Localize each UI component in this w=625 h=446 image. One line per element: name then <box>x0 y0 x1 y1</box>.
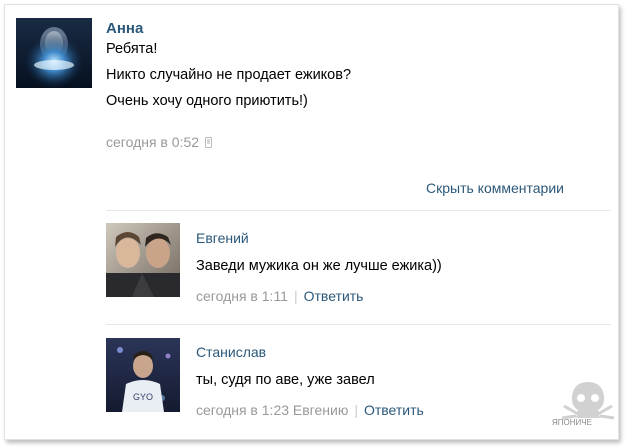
comments-divider-middle <box>106 324 611 325</box>
reply-button-evgeny[interactable]: Ответить <box>304 288 364 304</box>
reply-button-stanislav[interactable]: Ответить <box>364 402 424 418</box>
post-author-avatar[interactable] <box>16 18 92 88</box>
comment-avatar-evgeny[interactable] <box>106 223 180 297</box>
separator: | <box>354 402 358 418</box>
comment-text-evgeny: Заведи мужика он же лучше ежика)) <box>196 258 442 274</box>
post-author-name[interactable]: Анна <box>106 20 143 37</box>
comment-timestamp-stanislav[interactable]: сегодня в 1:23 <box>196 402 289 418</box>
post-timestamp[interactable]: сегодня в 0:52 <box>106 134 199 150</box>
post-line-1: Ребята! <box>106 41 158 57</box>
comment-avatar-stanislav[interactable]: GYO <box>106 338 180 412</box>
phone-icon <box>205 137 213 148</box>
comment-timestamp-evgeny[interactable]: сегодня в 1:11 <box>196 288 288 304</box>
comment-meta-stanislav: сегодня в 1:23 Евгению | Ответить <box>196 402 424 418</box>
reply-to-link-stanislav[interactable]: Евгению <box>293 402 348 418</box>
watermark-text: ЯПОНИЧЕ <box>552 418 592 427</box>
comments-divider-top <box>106 210 611 211</box>
comment-author-stanislav[interactable]: Станислав <box>196 344 266 360</box>
post-timestamp-row: сегодня в 0:52 <box>106 134 213 150</box>
comment-meta-evgeny: сегодня в 1:11 | Ответить <box>196 288 363 304</box>
post-line-3: Очень хочу одного приютить!) <box>106 93 308 109</box>
post-line-2: Никто случайно не продает ежиков? <box>106 67 352 83</box>
separator: | <box>293 288 298 304</box>
hide-comments-link[interactable]: Скрыть комментарии <box>426 180 564 196</box>
comment-author-evgeny[interactable]: Евгений <box>196 230 249 246</box>
comment-text-stanislav: ты, судя по аве, уже завел <box>196 372 375 388</box>
svg-text:GYO: GYO <box>133 392 153 402</box>
